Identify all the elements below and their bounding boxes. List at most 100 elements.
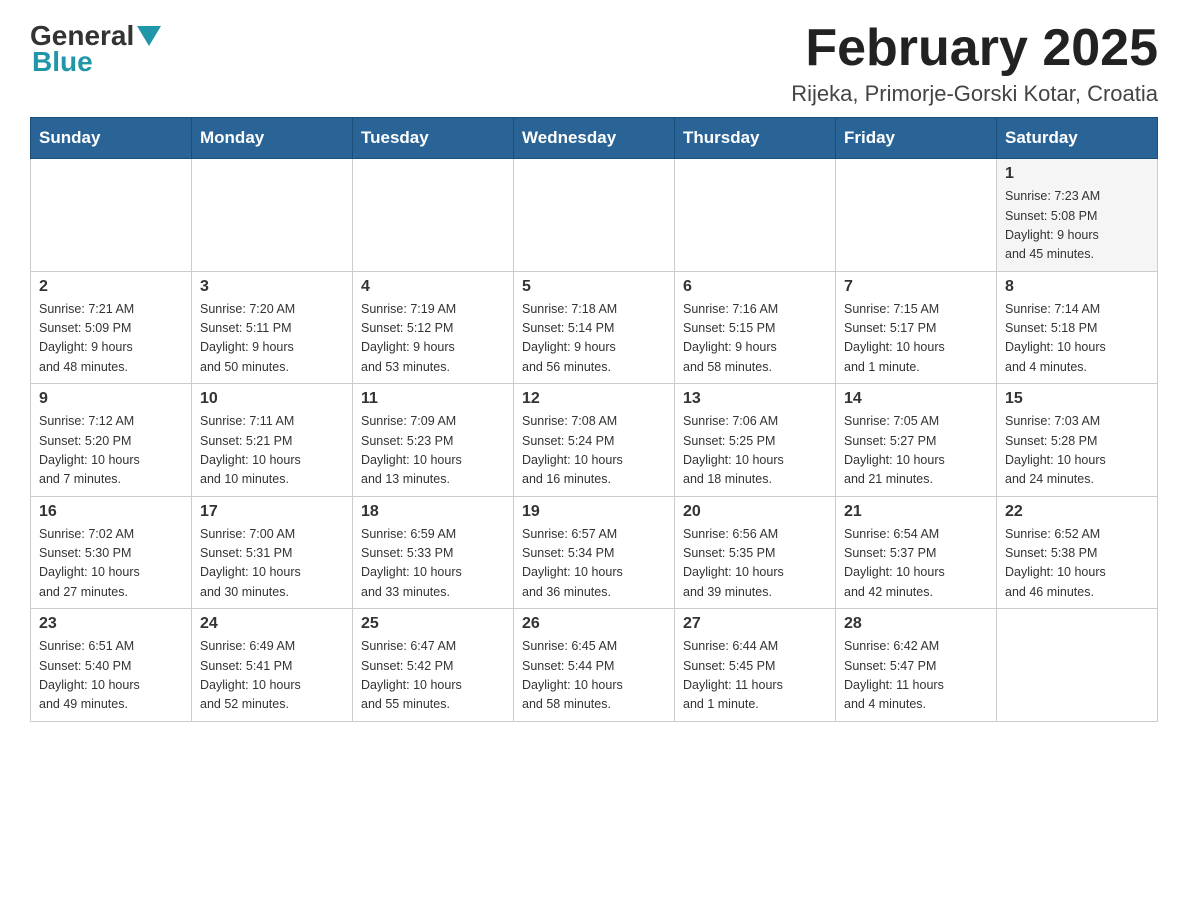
table-row (192, 159, 353, 272)
day-number: 27 (683, 615, 827, 633)
table-row: 5 Sunrise: 7:18 AM Sunset: 5:14 PM Daylig… (514, 271, 675, 384)
table-row: 15 Sunrise: 7:03 AM Sunset: 5:28 PM Dayli… (997, 384, 1158, 497)
day-number: 19 (522, 503, 666, 521)
day-number: 25 (361, 615, 505, 633)
day-info: Sunrise: 7:05 AM Sunset: 5:27 PM Dayligh… (844, 412, 988, 490)
day-number: 28 (844, 615, 988, 633)
day-info: Sunrise: 7:02 AM Sunset: 5:30 PM Dayligh… (39, 525, 183, 603)
col-monday: Monday (192, 118, 353, 159)
table-row: 6 Sunrise: 7:16 AM Sunset: 5:15 PM Daylig… (675, 271, 836, 384)
day-number: 7 (844, 278, 988, 296)
month-title: February 2025 (791, 20, 1158, 77)
day-number: 13 (683, 390, 827, 408)
day-info: Sunrise: 7:12 AM Sunset: 5:20 PM Dayligh… (39, 412, 183, 490)
table-row: 16 Sunrise: 7:02 AM Sunset: 5:30 PM Dayli… (31, 496, 192, 609)
day-number: 26 (522, 615, 666, 633)
table-row: 14Sunrise: 7:05 AM Sunset: 5:27 PM Dayli… (836, 384, 997, 497)
day-info: Sunrise: 7:16 AM Sunset: 5:15 PM Dayligh… (683, 300, 827, 378)
table-row: 10 Sunrise: 7:11 AM Sunset: 5:21 PM Dayli… (192, 384, 353, 497)
table-row: 13 Sunrise: 7:06 AM Sunset: 5:25 PM Dayli… (675, 384, 836, 497)
table-row (31, 159, 192, 272)
calendar-table: Sunday Monday Tuesday Wednesday Thursday… (30, 117, 1158, 722)
day-number: 20 (683, 503, 827, 521)
table-row: 4 Sunrise: 7:19 AM Sunset: 5:12 PM Daylig… (353, 271, 514, 384)
day-number: 10 (200, 390, 344, 408)
table-row: 24 Sunrise: 6:49 AM Sunset: 5:41 PM Dayli… (192, 609, 353, 722)
day-info: Sunrise: 6:59 AM Sunset: 5:33 PM Dayligh… (361, 525, 505, 603)
day-number: 18 (361, 503, 505, 521)
day-info: Sunrise: 7:18 AM Sunset: 5:14 PM Dayligh… (522, 300, 666, 378)
table-row: 11 Sunrise: 7:09 AM Sunset: 5:23 PM Dayli… (353, 384, 514, 497)
day-number: 6 (683, 278, 827, 296)
table-row: 23 Sunrise: 6:51 AM Sunset: 5:40 PM Dayli… (31, 609, 192, 722)
table-row (997, 609, 1158, 722)
day-number: 8 (1005, 278, 1149, 296)
day-info: Sunrise: 6:49 AM Sunset: 5:41 PM Dayligh… (200, 637, 344, 715)
title-area: February 2025 Rijeka, Primorje-Gorski Ko… (791, 20, 1158, 107)
table-row: 1 Sunrise: 7:23 AM Sunset: 5:08 PM Daylig… (997, 159, 1158, 272)
table-row: 21 Sunrise: 6:54 AM Sunset: 5:37 PM Dayli… (836, 496, 997, 609)
table-row (353, 159, 514, 272)
day-info: Sunrise: 7:11 AM Sunset: 5:21 PM Dayligh… (200, 412, 344, 490)
day-number: 12 (522, 390, 666, 408)
logo-blue-text: Blue (32, 46, 93, 77)
day-number: 17 (200, 503, 344, 521)
day-info: Sunrise: 6:44 AM Sunset: 5:45 PM Dayligh… (683, 637, 827, 715)
logo-triangle-icon (137, 26, 161, 46)
day-info: Sunrise: 7:14 AM Sunset: 5:18 PM Dayligh… (1005, 300, 1149, 378)
page-header: General Blue February 2025 Rijeka, Primo… (30, 20, 1158, 107)
day-number: 9 (39, 390, 183, 408)
day-info: Sunrise: 6:47 AM Sunset: 5:42 PM Dayligh… (361, 637, 505, 715)
day-info: Sunrise: 7:15 AM Sunset: 5:17 PM Dayligh… (844, 300, 988, 378)
day-info: Sunrise: 6:57 AM Sunset: 5:34 PM Dayligh… (522, 525, 666, 603)
day-info: Sunrise: 6:56 AM Sunset: 5:35 PM Dayligh… (683, 525, 827, 603)
day-info: Sunrise: 7:20 AM Sunset: 5:11 PM Dayligh… (200, 300, 344, 378)
table-row: 2Sunrise: 7:21 AM Sunset: 5:09 PM Daylig… (31, 271, 192, 384)
day-number: 21 (844, 503, 988, 521)
day-number: 3 (200, 278, 344, 296)
day-number: 15 (1005, 390, 1149, 408)
day-info: Sunrise: 7:03 AM Sunset: 5:28 PM Dayligh… (1005, 412, 1149, 490)
table-row: 12 Sunrise: 7:08 AM Sunset: 5:24 PM Dayli… (514, 384, 675, 497)
day-number: 23 (39, 615, 183, 633)
day-number: 1 (1005, 165, 1149, 183)
table-row (675, 159, 836, 272)
table-row: 25 Sunrise: 6:47 AM Sunset: 5:42 PM Dayli… (353, 609, 514, 722)
day-number: 22 (1005, 503, 1149, 521)
table-row: 27 Sunrise: 6:44 AM Sunset: 5:45 PM Dayli… (675, 609, 836, 722)
day-number: 11 (361, 390, 505, 408)
table-row (836, 159, 997, 272)
col-wednesday: Wednesday (514, 118, 675, 159)
calendar-header-row: Sunday Monday Tuesday Wednesday Thursday… (31, 118, 1158, 159)
day-number: 24 (200, 615, 344, 633)
table-row: 26 Sunrise: 6:45 AM Sunset: 5:44 PM Dayli… (514, 609, 675, 722)
day-number: 5 (522, 278, 666, 296)
calendar-week-row: 1 Sunrise: 7:23 AM Sunset: 5:08 PM Daylig… (31, 159, 1158, 272)
logo: General Blue (30, 20, 164, 78)
day-info: Sunrise: 7:09 AM Sunset: 5:23 PM Dayligh… (361, 412, 505, 490)
table-row: 22 Sunrise: 6:52 AM Sunset: 5:38 PM Dayli… (997, 496, 1158, 609)
day-info: Sunrise: 6:45 AM Sunset: 5:44 PM Dayligh… (522, 637, 666, 715)
table-row: 18 Sunrise: 6:59 AM Sunset: 5:33 PM Dayli… (353, 496, 514, 609)
day-info: Sunrise: 7:08 AM Sunset: 5:24 PM Dayligh… (522, 412, 666, 490)
table-row: 19 Sunrise: 6:57 AM Sunset: 5:34 PM Dayli… (514, 496, 675, 609)
day-number: 16 (39, 503, 183, 521)
calendar-week-row: 16 Sunrise: 7:02 AM Sunset: 5:30 PM Dayli… (31, 496, 1158, 609)
day-number: 4 (361, 278, 505, 296)
day-info: Sunrise: 6:52 AM Sunset: 5:38 PM Dayligh… (1005, 525, 1149, 603)
day-info: Sunrise: 6:54 AM Sunset: 5:37 PM Dayligh… (844, 525, 988, 603)
table-row: 9 Sunrise: 7:12 AM Sunset: 5:20 PM Daylig… (31, 384, 192, 497)
col-saturday: Saturday (997, 118, 1158, 159)
table-row: 8 Sunrise: 7:14 AM Sunset: 5:18 PM Daylig… (997, 271, 1158, 384)
day-info: Sunrise: 7:23 AM Sunset: 5:08 PM Dayligh… (1005, 187, 1149, 265)
day-info: Sunrise: 7:00 AM Sunset: 5:31 PM Dayligh… (200, 525, 344, 603)
day-info: Sunrise: 7:06 AM Sunset: 5:25 PM Dayligh… (683, 412, 827, 490)
table-row: 7 Sunrise: 7:15 AM Sunset: 5:17 PM Daylig… (836, 271, 997, 384)
day-number: 2 (39, 278, 183, 296)
day-info: Sunrise: 6:42 AM Sunset: 5:47 PM Dayligh… (844, 637, 988, 715)
col-thursday: Thursday (675, 118, 836, 159)
day-info: Sunrise: 6:51 AM Sunset: 5:40 PM Dayligh… (39, 637, 183, 715)
table-row: 20 Sunrise: 6:56 AM Sunset: 5:35 PM Dayli… (675, 496, 836, 609)
day-info: Sunrise: 7:19 AM Sunset: 5:12 PM Dayligh… (361, 300, 505, 378)
table-row: 17 Sunrise: 7:00 AM Sunset: 5:31 PM Dayli… (192, 496, 353, 609)
